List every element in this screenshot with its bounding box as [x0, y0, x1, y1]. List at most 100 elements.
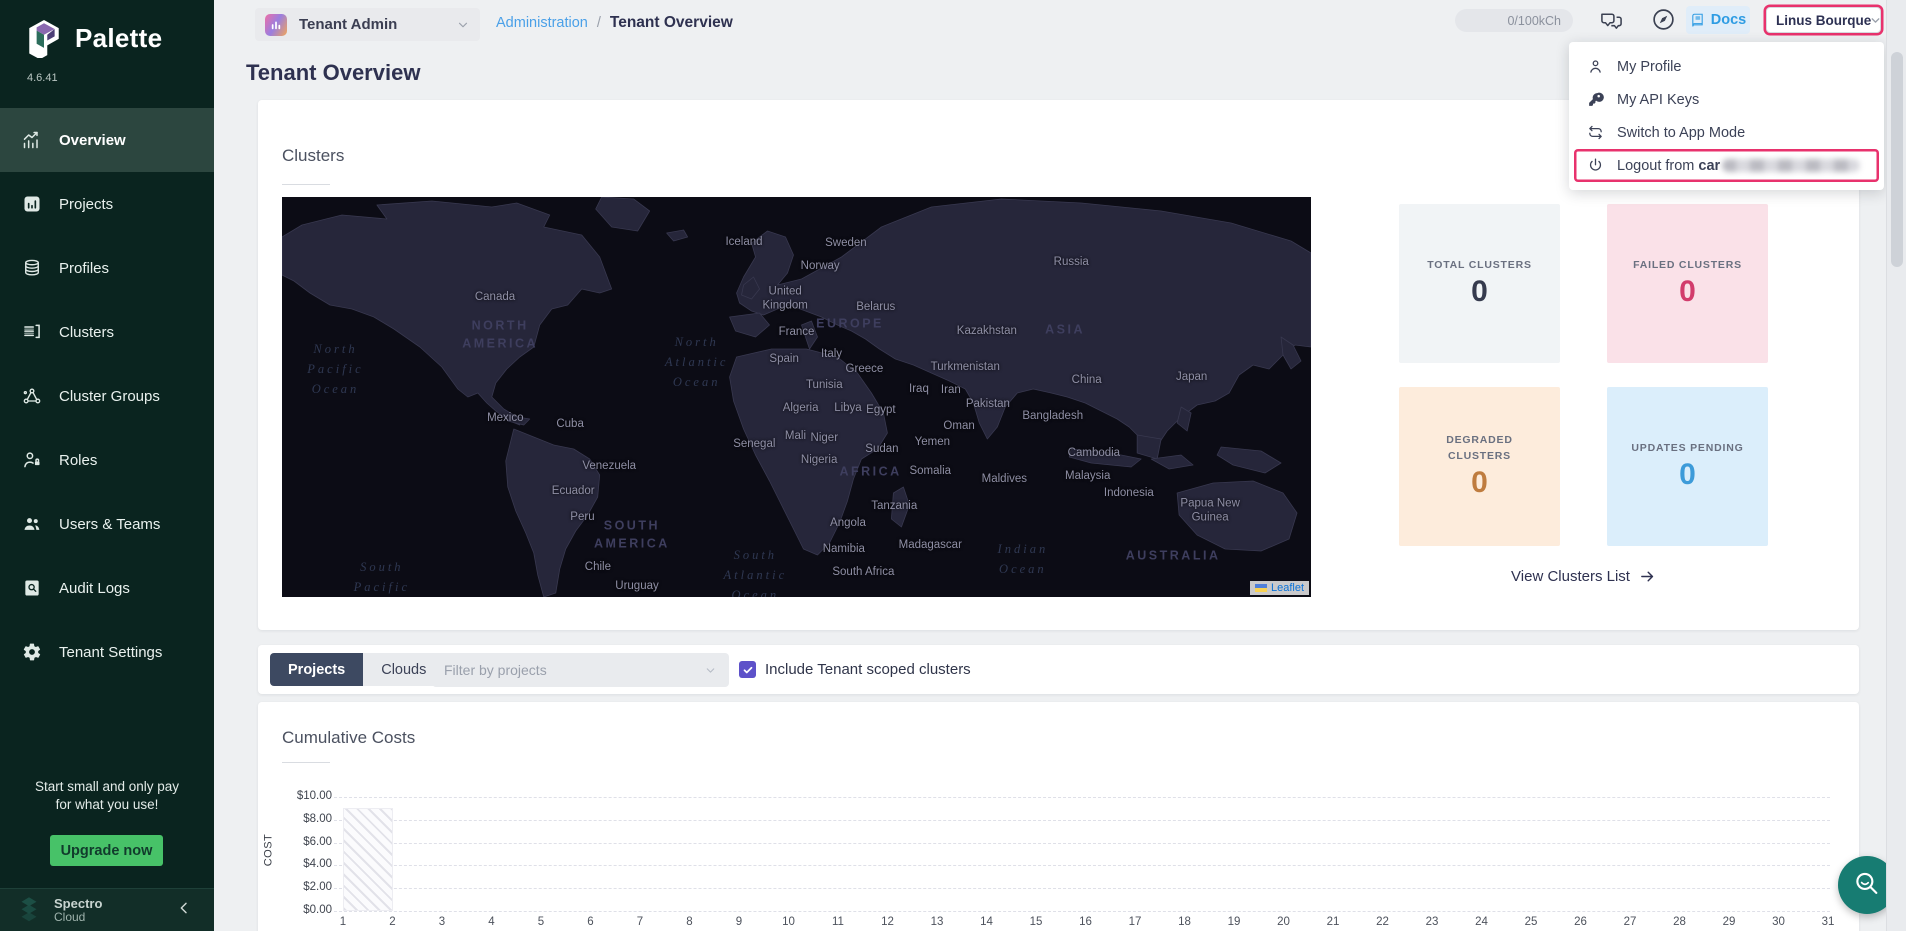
scrollbar-track[interactable] — [1886, 0, 1906, 931]
tab-projects[interactable]: Projects — [270, 653, 363, 686]
chart-gridline — [334, 843, 1830, 844]
sidebar-item-cluster-groups[interactable]: Cluster Groups — [0, 364, 214, 428]
menu-item-my-api-keys[interactable]: My API Keys — [1569, 83, 1884, 116]
x-tick-label: 18 — [1172, 916, 1198, 928]
sidebar-item-profiles[interactable]: Profiles — [0, 236, 214, 300]
stat-card-degraded-clusters: DEGRADED CLUSTERS0 — [1399, 387, 1560, 546]
chart-gridline — [334, 797, 1830, 798]
sidebar-item-label: Projects — [59, 196, 113, 213]
scope-tabs: ProjectsClouds — [270, 653, 444, 686]
spectro-cloud-brand: Spectro Cloud — [54, 897, 102, 923]
menu-item-label: Logout from — [1617, 158, 1694, 174]
y-tick-label: $0.00 — [258, 904, 332, 916]
docs-button[interactable]: Docs — [1686, 6, 1750, 34]
include-tenant-scoped-label: Include Tenant scoped clusters — [765, 661, 971, 678]
app-name: Palette — [75, 23, 162, 54]
x-tick-label: 24 — [1469, 916, 1495, 928]
x-tick-label: 8 — [677, 916, 703, 928]
chart-gridline — [334, 865, 1830, 866]
leaflet-label[interactable]: Leaflet — [1271, 582, 1304, 594]
sidebar-item-roles[interactable]: Roles — [0, 428, 214, 492]
stat-value: 0 — [1679, 275, 1696, 309]
switch-icon — [1587, 124, 1604, 141]
arrow-right-icon — [1639, 568, 1656, 585]
scope-selector[interactable]: Tenant Admin — [255, 8, 480, 41]
x-tick-label: 6 — [578, 916, 604, 928]
x-tick-label: 17 — [1122, 916, 1148, 928]
menu-item-label: My API Keys — [1617, 92, 1699, 108]
sidebar-item-tenant-settings[interactable]: Tenant Settings — [0, 620, 214, 684]
book-icon — [1690, 13, 1705, 28]
scrollbar-thumb[interactable] — [1891, 52, 1903, 267]
breadcrumb-administration[interactable]: Administration — [496, 15, 588, 31]
stat-card-failed-clusters: FAILED CLUSTERS0 — [1607, 204, 1768, 363]
x-tick-label: 21 — [1320, 916, 1346, 928]
chat-icon[interactable] — [1598, 9, 1625, 32]
x-tick-label: 1 — [330, 916, 356, 928]
settings-icon — [22, 642, 42, 662]
filter-bar: ProjectsClouds Filter by projects Includ… — [258, 645, 1859, 694]
scope-selector-label: Tenant Admin — [299, 16, 397, 33]
brand-line1: Spectro — [54, 897, 102, 911]
redacted-account-name — [1722, 159, 1860, 172]
user-chevron-down-icon[interactable] — [1869, 14, 1882, 27]
y-tick-label: $8.00 — [258, 813, 332, 825]
x-tick-label: 12 — [875, 916, 901, 928]
menu-item-label: Switch to App Mode — [1617, 125, 1745, 141]
stat-label: TOTAL CLUSTERS — [1413, 258, 1546, 274]
sidebar-item-label: Tenant Settings — [59, 644, 162, 661]
y-tick-label: $4.00 — [258, 858, 332, 870]
sidebar-item-audit-logs[interactable]: Audit Logs — [0, 556, 214, 620]
upgrade-now-button[interactable]: Upgrade now — [50, 835, 163, 866]
sidebar-item-label: Users & Teams — [59, 516, 160, 533]
menu-item-switch-to-app-mode[interactable]: Switch to App Mode — [1569, 116, 1884, 149]
x-tick-label: 23 — [1419, 916, 1445, 928]
docs-label: Docs — [1711, 12, 1746, 28]
page-title: Tenant Overview — [246, 60, 420, 86]
overview-icon — [22, 130, 42, 150]
x-tick-label: 26 — [1568, 916, 1594, 928]
app-logo: Palette — [26, 18, 162, 58]
cluster-stats-grid: TOTAL CLUSTERS0FAILED CLUSTERS0DEGRADED … — [1399, 204, 1768, 546]
x-tick-label: 25 — [1518, 916, 1544, 928]
sidebar-item-overview[interactable]: Overview — [0, 108, 214, 172]
projects-icon — [22, 194, 42, 214]
magnifier-smile-icon — [1847, 865, 1887, 905]
stat-card-total-clusters: TOTAL CLUSTERS0 — [1399, 204, 1560, 363]
check-icon — [742, 664, 754, 676]
sidebar-collapse-chevron-icon[interactable] — [176, 900, 192, 916]
user-menu-button[interactable]: Linus Bourque — [1766, 7, 1881, 33]
chart-gridline — [334, 911, 1830, 912]
x-tick-label: 29 — [1716, 916, 1742, 928]
help-compass-icon[interactable] — [1651, 7, 1676, 32]
breadcrumb-current: Tenant Overview — [610, 14, 733, 32]
filter-by-projects-select[interactable]: Filter by projects — [432, 653, 729, 687]
map-attribution: Leaflet — [1250, 581, 1309, 595]
power-icon — [1587, 157, 1604, 174]
include-tenant-scoped-checkbox[interactable] — [739, 661, 756, 678]
roles-icon — [22, 450, 42, 470]
sidebar-item-label: Roles — [59, 452, 97, 469]
menu-item-logout-from[interactable]: Logout fromcar — [1574, 149, 1879, 182]
promo-line1: Start small and only pay — [0, 778, 214, 796]
x-tick-label: 4 — [479, 916, 505, 928]
stat-label: FAILED CLUSTERS — [1619, 258, 1756, 274]
profiles-icon — [22, 258, 42, 278]
upgrade-promo: Start small and only pay for what you us… — [0, 778, 214, 814]
menu-item-my-profile[interactable]: My Profile — [1569, 50, 1884, 83]
x-tick-label: 5 — [528, 916, 554, 928]
view-clusters-list-link[interactable]: View Clusters List — [1399, 568, 1768, 585]
sidebar-item-projects[interactable]: Projects — [0, 172, 214, 236]
sidebar-item-label: Clusters — [59, 324, 114, 341]
sidebar-item-users-teams[interactable]: Users & Teams — [0, 492, 214, 556]
x-tick-label: 19 — [1221, 916, 1247, 928]
y-tick-label: $6.00 — [258, 836, 332, 848]
sidebar-item-label: Audit Logs — [59, 580, 130, 597]
cluster-groups-icon — [22, 386, 42, 406]
x-tick-label: 30 — [1766, 916, 1792, 928]
chevron-down-icon — [704, 664, 717, 677]
user-dropdown-menu: My Profile My API Keys Switch to App Mode L… — [1569, 42, 1884, 190]
menu-item-bold-text: car — [1698, 158, 1720, 174]
sidebar-item-clusters[interactable]: Clusters — [0, 300, 214, 364]
world-map[interactable]: IcelandSwedenNorwayRussiaCanadaUnitedKin… — [282, 197, 1311, 597]
